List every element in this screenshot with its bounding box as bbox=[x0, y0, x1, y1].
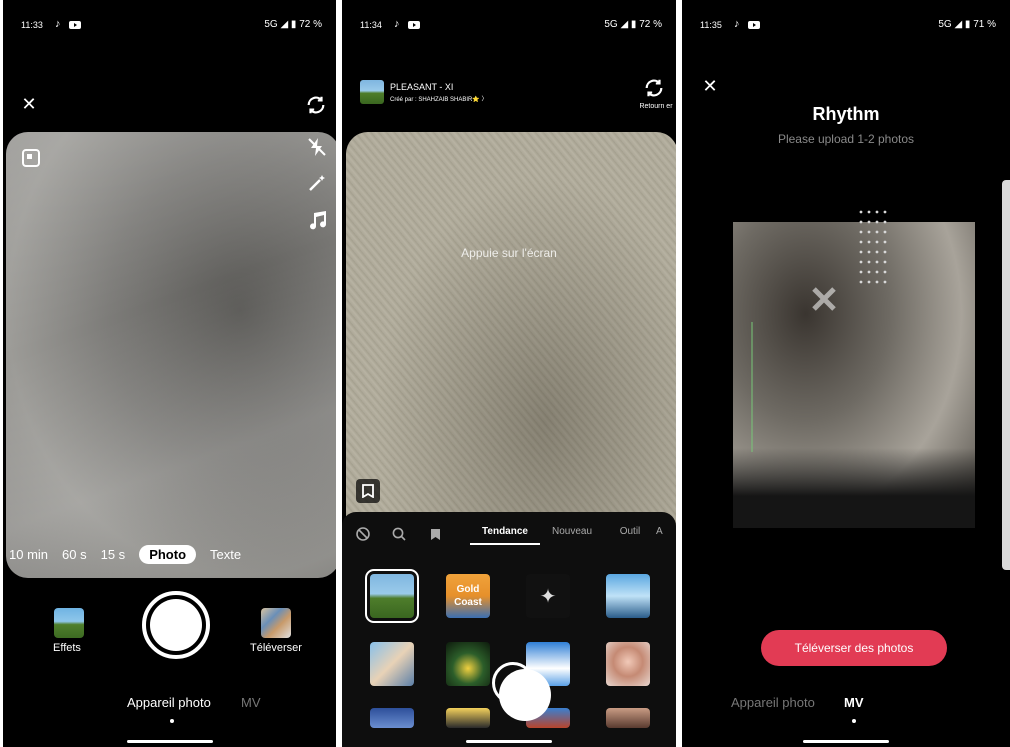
home-indicator bbox=[126, 740, 213, 743]
flip-camera-icon[interactable] bbox=[642, 76, 666, 100]
active-tab-indicator bbox=[170, 719, 174, 723]
flip-camera-icon[interactable] bbox=[303, 92, 329, 118]
camera-screen: 11:33 ♪ 5G ◢ ▮ 72 % ✕ 10 min 60 s 15 s P… bbox=[3, 0, 336, 747]
tab-more[interactable]: A bbox=[656, 526, 668, 545]
upload-photos-button[interactable]: Téléverser des photos bbox=[761, 630, 947, 666]
mode-60s[interactable]: 60 s bbox=[62, 547, 87, 562]
mv-template-screen: 11:35 ♪ 5G ◢ ▮ 71 % ✕ Rhythm Please uplo… bbox=[682, 0, 1010, 747]
template-title: Rhythm bbox=[812, 104, 880, 124]
effect-item-calligraphy[interactable]: ✦ bbox=[526, 574, 570, 618]
effects-panel: Tendance Nouveau Outil A Gold Coast ✦ bbox=[342, 512, 676, 747]
upload-thumbnail[interactable] bbox=[261, 608, 291, 638]
saved-bookmark-icon[interactable] bbox=[430, 528, 470, 544]
tiktok-notification-icon: ♪ bbox=[394, 18, 400, 30]
close-icon[interactable]: ✕ bbox=[19, 94, 39, 114]
template-subtitle: Please upload 1-2 photos bbox=[777, 132, 915, 146]
mode-15s[interactable]: 15 s bbox=[101, 547, 126, 562]
effects-thumbnail[interactable] bbox=[54, 608, 84, 638]
tiktok-notification-icon: ♪ bbox=[734, 18, 740, 30]
flash-off-icon[interactable] bbox=[305, 135, 329, 159]
status-time: 11:34 bbox=[360, 20, 382, 30]
mode-10min[interactable]: 10 min bbox=[9, 547, 48, 562]
home-indicator bbox=[466, 740, 552, 743]
bookmark-icon[interactable] bbox=[356, 479, 380, 503]
youtube-notification-icon bbox=[748, 21, 760, 29]
shutter-button[interactable] bbox=[492, 662, 551, 721]
beauty-wand-icon[interactable] bbox=[305, 171, 329, 195]
effect-screen: 11:34 ♪ 5G ◢ ▮ 72 % PLEASANT - XI Créé p… bbox=[342, 0, 676, 747]
capture-mode-selector: 10 min 60 s 15 s Photo Texte bbox=[9, 545, 241, 564]
effect-item[interactable] bbox=[370, 708, 414, 728]
effects-label[interactable]: Effets bbox=[53, 642, 81, 654]
effect-item[interactable] bbox=[606, 642, 650, 686]
cross-mark-icon bbox=[812, 287, 836, 311]
status-bar: 11:35 ♪ 5G ◢ ▮ 71 % bbox=[682, 18, 1010, 34]
tiktok-notification-icon: ♪ bbox=[55, 18, 61, 30]
effect-item[interactable] bbox=[446, 708, 490, 728]
tab-outil[interactable]: Outil bbox=[604, 526, 656, 545]
home-indicator bbox=[803, 740, 889, 743]
shutter-button[interactable] bbox=[142, 591, 210, 659]
youtube-notification-icon bbox=[408, 21, 420, 29]
effect-item[interactable] bbox=[606, 574, 650, 618]
effects-tabs: Tendance Nouveau Outil A bbox=[356, 526, 676, 545]
status-bar: 11:34 ♪ 5G ◢ ▮ 72 % bbox=[342, 18, 676, 34]
status-right: 5G ◢ ▮ 72 % bbox=[604, 19, 662, 30]
effect-name[interactable]: PLEASANT - XI bbox=[390, 82, 453, 92]
effect-item[interactable] bbox=[365, 569, 419, 623]
gallery-frame-icon[interactable] bbox=[21, 148, 41, 168]
active-tab-indicator bbox=[852, 719, 856, 723]
youtube-notification-icon bbox=[69, 21, 81, 29]
search-icon[interactable] bbox=[392, 527, 430, 544]
next-template-peek[interactable] bbox=[1002, 180, 1010, 570]
status-time: 11:35 bbox=[700, 20, 722, 30]
dot-pattern-decoration bbox=[859, 210, 887, 284]
light-streak bbox=[751, 322, 753, 452]
camera-viewfinder[interactable] bbox=[6, 132, 336, 578]
status-time: 11:33 bbox=[21, 20, 43, 30]
tab-mv[interactable]: MV bbox=[241, 695, 261, 710]
no-effect-icon[interactable] bbox=[356, 527, 392, 544]
tab-mv[interactable]: MV bbox=[844, 695, 864, 710]
tab-appareil-photo[interactable]: Appareil photo bbox=[127, 695, 211, 710]
tab-tendance[interactable]: Tendance bbox=[470, 526, 540, 545]
status-right: 5G ◢ ▮ 71 % bbox=[938, 19, 996, 30]
effect-creator[interactable]: Créé par : SHAHZAIB SHABIR⭐ 〉 bbox=[390, 94, 488, 103]
effect-item[interactable] bbox=[606, 708, 650, 728]
flip-label[interactable]: Retourn er bbox=[639, 101, 673, 112]
status-right: 5G ◢ ▮ 72 % bbox=[264, 19, 322, 30]
tab-nouveau[interactable]: Nouveau bbox=[540, 526, 604, 545]
effect-item[interactable] bbox=[370, 642, 414, 686]
music-note-icon[interactable] bbox=[305, 208, 329, 232]
upload-label[interactable]: Téléverser bbox=[250, 642, 302, 654]
mode-text[interactable]: Texte bbox=[210, 547, 241, 562]
tab-appareil-photo[interactable]: Appareil photo bbox=[731, 695, 815, 710]
tap-screen-hint: Appuie sur l'écran bbox=[461, 246, 557, 260]
mode-photo[interactable]: Photo bbox=[139, 545, 197, 564]
status-bar: 11:33 ♪ 5G ◢ ▮ 72 % bbox=[3, 18, 336, 34]
effect-item[interactable] bbox=[446, 642, 490, 686]
close-icon[interactable]: ✕ bbox=[700, 76, 720, 96]
effect-item-gold-coast[interactable]: Gold Coast bbox=[446, 574, 490, 618]
template-preview[interactable] bbox=[733, 210, 975, 528]
effect-thumbnail[interactable] bbox=[360, 80, 384, 104]
